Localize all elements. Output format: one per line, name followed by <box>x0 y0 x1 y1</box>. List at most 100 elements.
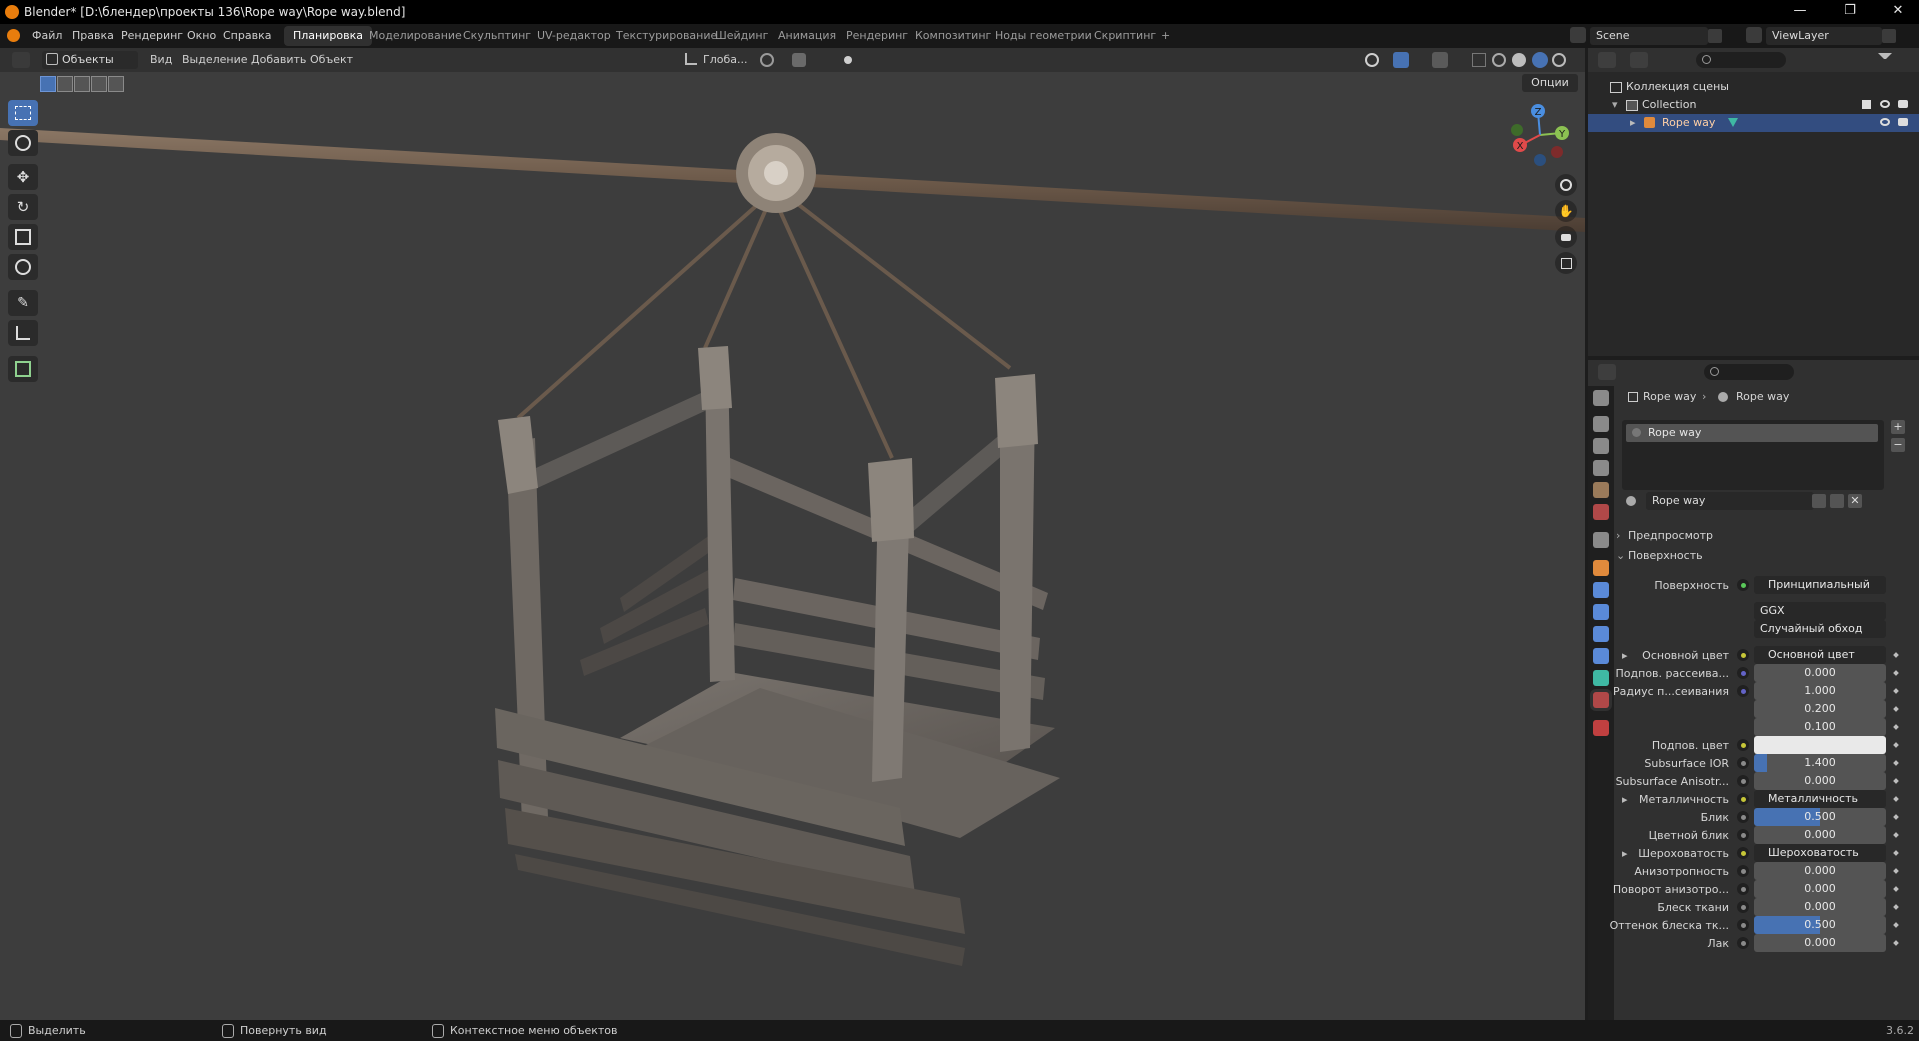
value-slider[interactable]: 0.000 <box>1754 898 1886 916</box>
menu-view[interactable]: Вид <box>150 53 172 66</box>
keyframe-icon[interactable] <box>1893 850 1899 856</box>
expand-arrow-icon[interactable]: ▸ <box>1622 847 1628 860</box>
menu-add[interactable]: Добавить <box>251 53 306 66</box>
tab-animation[interactable]: Анимация <box>769 26 845 46</box>
rendered-shading-icon[interactable] <box>1552 53 1566 67</box>
snap-icon[interactable] <box>792 53 806 67</box>
data-tab-icon[interactable] <box>1593 670 1609 686</box>
value-slider[interactable]: 0.500 <box>1754 916 1886 934</box>
keyframe-icon[interactable] <box>1893 796 1899 802</box>
collection-tab-icon[interactable] <box>1593 532 1609 548</box>
transform-orientation[interactable]: Глоба... <box>703 53 747 66</box>
outliner-editor-type-icon[interactable] <box>1598 52 1616 68</box>
view-layer-tab-icon[interactable] <box>1593 460 1609 476</box>
filter-icon[interactable] <box>1878 53 1892 67</box>
navigation-gizmo[interactable]: Y Z X <box>1505 100 1575 170</box>
editor-type-icon[interactable] <box>12 52 30 68</box>
select-box-tool[interactable] <box>8 100 38 126</box>
mode-selector[interactable]: Объекты <box>42 51 138 69</box>
material-tab-icon[interactable] <box>1593 692 1609 708</box>
subsurface-method-select[interactable]: Случайный обход <box>1754 620 1886 638</box>
tab-layout[interactable]: Планировка <box>284 26 372 46</box>
keyframe-icon[interactable] <box>1893 886 1899 892</box>
scene-tab-icon[interactable] <box>1593 482 1609 498</box>
menu-object[interactable]: Объект <box>310 53 353 66</box>
keyframe-icon[interactable] <box>1893 868 1899 874</box>
mesh-data-icon[interactable] <box>1728 118 1738 127</box>
socket-icon[interactable] <box>1737 847 1749 859</box>
exclude-checkbox[interactable] <box>1862 100 1871 109</box>
outliner-search-input[interactable] <box>1696 52 1786 68</box>
value-slider[interactable]: 0.100 <box>1754 718 1886 736</box>
browse-material-icon[interactable] <box>1622 492 1642 510</box>
constraints-tab-icon[interactable] <box>1593 648 1609 664</box>
expand-arrow-icon[interactable]: ▸ <box>1622 649 1628 662</box>
keyframe-icon[interactable] <box>1893 670 1899 676</box>
pivot-point-icon[interactable] <box>760 53 774 67</box>
overlay-toggle-icon[interactable] <box>1432 52 1448 68</box>
socket-icon[interactable] <box>1737 739 1749 751</box>
options-button[interactable]: Опции <box>1522 74 1578 92</box>
value-slider[interactable]: 0.000 <box>1754 934 1886 952</box>
tab-geometry-nodes[interactable]: Ноды геометрии <box>986 26 1101 46</box>
properties-search-input[interactable] <box>1704 364 1794 380</box>
minimize-button[interactable]: — <box>1780 3 1820 18</box>
socket-icon[interactable] <box>1737 937 1749 949</box>
eye-icon[interactable] <box>1880 100 1890 108</box>
socket-icon[interactable] <box>1737 775 1749 787</box>
socket-icon[interactable] <box>1737 667 1749 679</box>
xray-icon[interactable] <box>1472 53 1486 67</box>
camera-render-icon[interactable] <box>1898 100 1908 108</box>
move-tool[interactable]: ✥ <box>8 164 38 190</box>
value-slider[interactable]: 1.000 <box>1754 682 1886 700</box>
keyframe-icon[interactable] <box>1893 778 1899 784</box>
display-mode-icon[interactable] <box>1630 52 1648 68</box>
scene-field[interactable]: Scene <box>1590 27 1708 45</box>
menu-file[interactable]: Файл <box>32 29 62 42</box>
material-slots-list[interactable]: Rope way <box>1622 420 1884 490</box>
keyframe-icon[interactable] <box>1893 922 1899 928</box>
value-slider[interactable]: 0.200 <box>1754 700 1886 718</box>
object-tab-icon[interactable] <box>1593 560 1609 576</box>
menu-help[interactable]: Справка <box>223 29 271 42</box>
tab-uv-editing[interactable]: UV-редактор <box>528 26 620 46</box>
3d-viewport[interactable]: Объекты Вид Выделение Добавить Объект Гл… <box>0 48 1585 1020</box>
select-invert-icon[interactable] <box>91 76 107 92</box>
camera-view-icon[interactable] <box>1555 226 1577 248</box>
socket-icon[interactable] <box>1737 685 1749 697</box>
keyframe-icon[interactable] <box>1893 652 1899 658</box>
scale-tool[interactable] <box>8 224 38 250</box>
linked-input-field[interactable]: Шероховатость <box>1754 844 1886 862</box>
texture-tab-icon[interactable] <box>1593 720 1609 736</box>
annotate-tool[interactable]: ✎ <box>8 290 38 316</box>
unlink-material-icon[interactable]: ✕ <box>1848 494 1862 508</box>
value-slider[interactable]: 0.000 <box>1754 664 1886 682</box>
fake-user-icon[interactable] <box>1812 494 1826 508</box>
view-layer-field[interactable]: ViewLayer <box>1766 27 1882 45</box>
close-button[interactable]: ✕ <box>1878 3 1918 18</box>
zoom-icon[interactable] <box>1555 174 1577 196</box>
distribution-select[interactable]: GGX <box>1754 602 1886 620</box>
eye-icon[interactable] <box>1880 118 1890 126</box>
camera-render-icon[interactable] <box>1898 118 1908 126</box>
select-intersect-icon[interactable] <box>108 76 124 92</box>
transform-tool[interactable] <box>8 254 38 280</box>
surface-shader-field[interactable]: Принципиальный BSDF <box>1754 576 1886 594</box>
visibility-icon[interactable] <box>1365 53 1379 67</box>
menu-edit[interactable]: Правка <box>72 29 114 42</box>
physics-tab-icon[interactable] <box>1593 626 1609 642</box>
cursor-tool[interactable] <box>8 130 38 156</box>
render-tab-icon[interactable] <box>1593 416 1609 432</box>
world-tab-icon[interactable] <box>1593 504 1609 520</box>
outliner-scene-collection[interactable]: Коллекция сцены <box>1588 78 1919 96</box>
remove-slot-button[interactable]: − <box>1891 438 1905 452</box>
output-tab-icon[interactable] <box>1593 438 1609 454</box>
particles-tab-icon[interactable] <box>1593 604 1609 620</box>
socket-icon[interactable] <box>1737 829 1749 841</box>
color-swatch[interactable] <box>1754 736 1886 754</box>
value-slider[interactable]: 0.500 <box>1754 808 1886 826</box>
select-extend-icon[interactable] <box>57 76 73 92</box>
socket-icon[interactable] <box>1737 811 1749 823</box>
keyframe-icon[interactable] <box>1893 760 1899 766</box>
menu-select[interactable]: Выделение <box>182 53 248 66</box>
